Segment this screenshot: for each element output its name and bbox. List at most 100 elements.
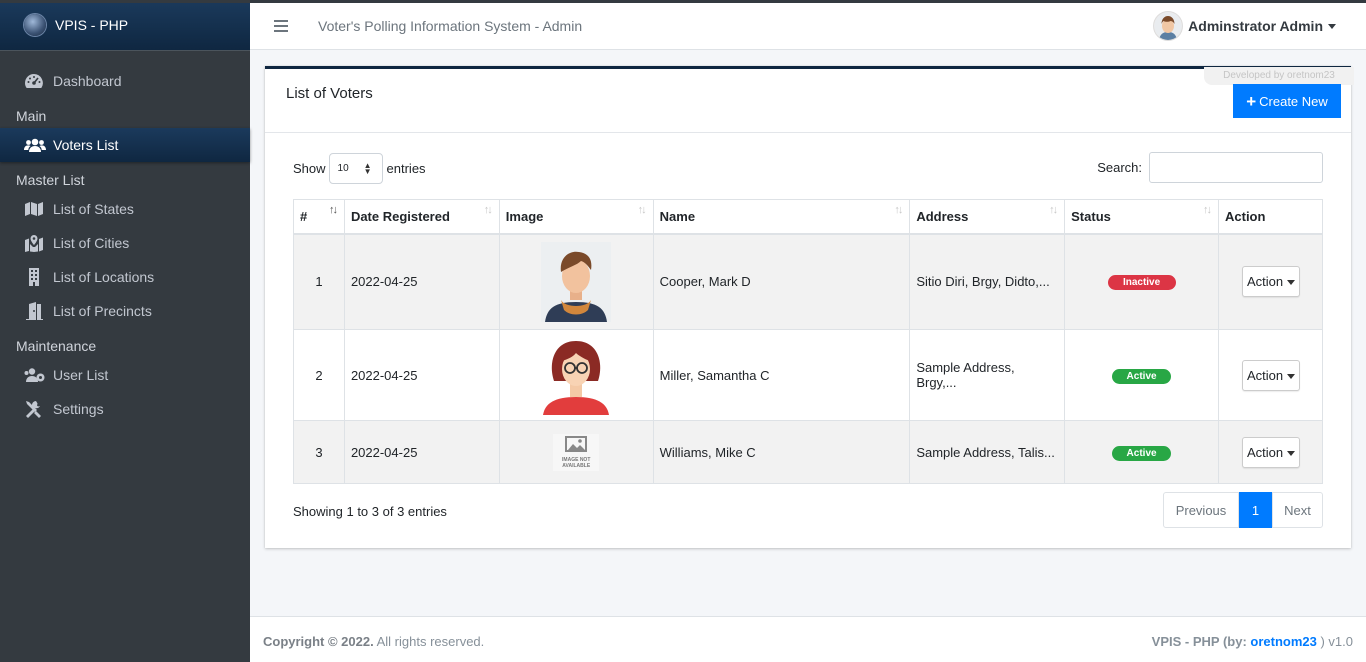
action-dropdown-button[interactable]: Action [1242,359,1301,391]
page-footer: Copyright © 2022. All rights reserved. V… [250,616,1366,662]
create-new-button[interactable]: + Create New [1233,84,1341,118]
action-dropdown-button[interactable]: Action [1242,266,1301,298]
row-status: Inactive [1064,233,1219,330]
action-dropdown-button[interactable]: Action [1242,436,1301,468]
sidebar: VPIS - PHP Dashboard Main Voters List Ma… [0,0,250,662]
copyright: Copyright © 2022. All rights reserved. [263,634,485,649]
nav-header-master-list: Master List [16,172,85,188]
entries-value: 10 [337,163,349,174]
nav-header-main: Main [16,108,47,124]
no-image-text: IMAGE NOT AVAILABLE [562,456,591,469]
previous-page-button[interactable]: Previous [1163,492,1239,528]
table-controls: Show 10 ▲ ▼ entries Search: [293,152,1323,184]
row-name: Cooper, Mark D [652,233,911,330]
page-1-button[interactable]: 1 [1239,492,1272,528]
row-number: 1 [293,233,345,330]
sidebar-nav: Dashboard Main Voters List Master List L… [0,51,250,426]
female-avatar-icon [541,335,612,415]
row-date: 2022-04-25 [343,233,500,330]
sort-icon: ↑↓ [894,204,903,216]
sidebar-item-voters-list[interactable]: Voters List [0,128,250,162]
sidebar-item-cities[interactable]: List of Cities [0,226,250,260]
table-info: Showing 1 to 3 of 3 entries [293,504,447,519]
tools-icon [24,400,46,418]
table-row: 3 2022-04-25 IMAGE NOT AVAILABLE William… [293,420,1323,484]
column-header-date[interactable]: Date Registered ↑↓ [343,199,500,235]
row-address: Sample Address, Brgy,... [909,329,1066,421]
entries-length: Show 10 ▲ ▼ entries [293,153,426,184]
chevron-down-icon [1287,373,1296,379]
brand-link[interactable]: VPIS - PHP [0,0,250,51]
column-header-number[interactable]: # ↑↓ [293,199,345,235]
chevron-down-icon [1328,23,1336,29]
row-date: 2022-04-25 [343,329,500,421]
search-label: Search: [1097,160,1142,175]
sort-icon: ↑↓ [483,204,493,216]
user-name: Adminstrator Admin [1188,18,1323,34]
entries-label: entries [386,161,426,176]
voters-table: # ↑↓ Date Registered ↑↓ Image ↑↓ Name ↑↓ Add… [293,199,1323,484]
row-status: Active [1064,329,1219,421]
entries-select[interactable]: 10 ▲ ▼ [328,153,383,184]
table-row: 1 2022-04-25 Cooper, Mark D Sitio Diri, … [293,233,1323,330]
author-link[interactable]: oretnom23 [1250,634,1316,649]
search-input[interactable] [1149,152,1323,183]
create-new-label: Create New [1259,93,1328,109]
row-number: 3 [293,420,345,484]
developer-note: Developed by oretnom23 [1204,67,1354,85]
user-menu[interactable]: Adminstrator Admin [1154,12,1336,40]
sidebar-item-label: List of Cities [53,235,130,251]
table-row: 2 2022-04-25 Miller, Samantha C Sample A… [293,329,1323,421]
row-date: 2022-04-25 [343,420,500,484]
sidebar-item-settings[interactable]: Settings [0,392,250,426]
top-navbar: Voter's Polling Information System - Adm… [250,3,1366,50]
sidebar-item-label: Dashboard [53,73,122,89]
sort-arrows-icon: ▲ ▼ [363,161,372,176]
system-title: Voter's Polling Information System - Adm… [318,18,583,34]
tachometer-icon [24,72,46,90]
column-header-status[interactable]: Status ↑↓ [1064,199,1219,235]
menu-toggle-icon[interactable] [274,20,288,32]
status-badge: Active [1112,445,1172,461]
sidebar-item-precincts[interactable]: List of Precincts [0,294,250,328]
door-open-icon [24,302,46,320]
next-page-button[interactable]: Next [1272,492,1323,528]
status-badge: Inactive [1107,275,1176,291]
card-header: List of Voters Developed by oretnom23 + … [265,67,1354,133]
column-header-address[interactable]: Address ↑↓ [909,199,1066,235]
table-header-row: # ↑↓ Date Registered ↑↓ Image ↑↓ Name ↑↓ Add… [293,199,1323,235]
sidebar-item-dashboard[interactable]: Dashboard [0,64,250,98]
sidebar-item-user-list[interactable]: User List [0,358,250,392]
column-header-image[interactable]: Image ↑↓ [498,199,654,235]
pagination: Previous 1 Next [1163,492,1323,528]
chevron-down-icon [1287,450,1296,456]
column-header-name[interactable]: Name ↑↓ [652,199,911,235]
users-icon [24,136,46,154]
column-header-action: Action [1218,199,1323,235]
row-name: Miller, Samantha C [652,329,911,421]
user-avatar [1154,12,1183,40]
sidebar-item-label: List of Locations [53,269,155,285]
building-icon [24,268,46,286]
sidebar-item-locations[interactable]: List of Locations [0,260,250,294]
sort-icon: ↑↓ [1203,204,1212,216]
sidebar-item-label: Settings [53,401,104,417]
credit: VPIS - PHP (by: oretnom23 ) v1.0 [1151,634,1353,649]
chevron-down-icon [1287,280,1296,286]
sidebar-item-label: Voters List [53,137,119,153]
brand-title: VPIS - PHP [55,17,129,33]
plus-icon: + [1246,91,1257,111]
sort-asc-icon: ↑↓ [328,204,338,216]
sidebar-item-states[interactable]: List of States [0,192,250,226]
map-marked-icon [24,234,46,252]
voters-card: List of Voters Developed by oretnom23 + … [265,66,1354,548]
row-action: Action [1218,420,1323,484]
row-action: Action [1218,329,1323,421]
row-action: Action [1218,233,1323,330]
image-not-available-placeholder: IMAGE NOT AVAILABLE [553,433,600,471]
users-cog-icon [24,366,46,384]
table-search: Search: [1097,152,1323,183]
status-badge: Active [1112,368,1172,384]
sort-icon: ↑↓ [637,204,647,216]
card-title: List of Voters [286,85,373,102]
